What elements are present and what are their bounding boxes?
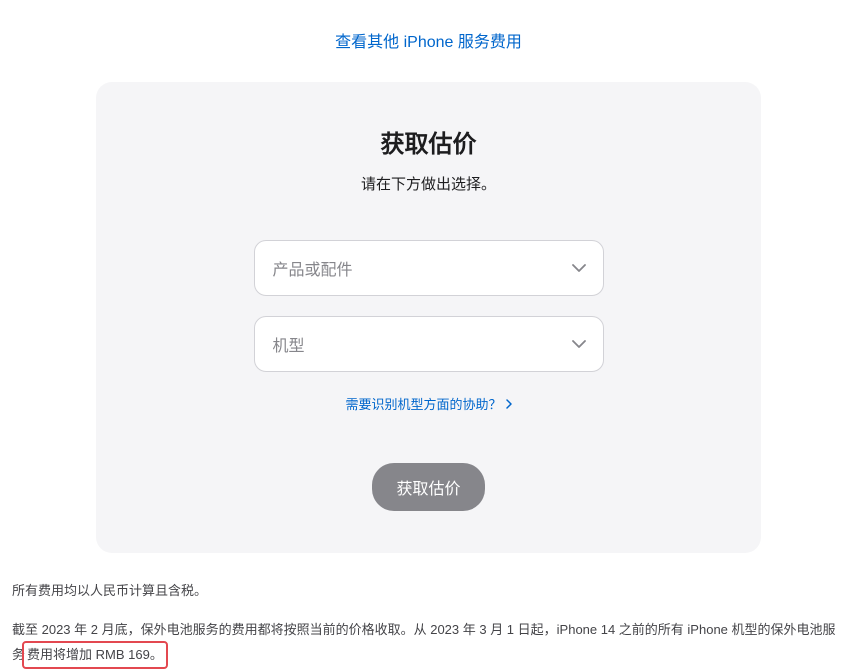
card-title: 获取估价 (126, 124, 731, 159)
footer-text: 所有费用均以人民币计算且含税。 截至 2023 年 2 月底，保外电池服务的费用… (12, 553, 847, 669)
product-select-placeholder: 产品或配件 (273, 256, 353, 280)
get-estimate-button[interactable]: 获取估价 (372, 463, 484, 511)
footer-line1: 所有费用均以人民币计算且含税。 (12, 581, 847, 601)
model-select-wrapper: 机型 (254, 316, 604, 372)
help-link-label: 需要识别机型方面的协助？ (345, 394, 501, 413)
product-select-wrapper: 产品或配件 (254, 240, 604, 296)
chevron-right-icon (506, 399, 512, 409)
footer-line2: 截至 2023 年 2 月底，保外电池服务的费用都将按照当前的价格收取。从 20… (12, 619, 847, 669)
top-link-container: 查看其他 iPhone 服务费用 (10, 0, 847, 82)
estimate-card: 获取估价 请在下方做出选择。 产品或配件 机型 需要识别机型方面 (96, 82, 761, 553)
highlight-annotation: 费用将增加 RMB 169。 (22, 641, 168, 669)
card-subtitle: 请在下方做出选择。 (126, 173, 731, 194)
other-services-link[interactable]: 查看其他 iPhone 服务费用 (335, 34, 522, 51)
product-select[interactable]: 产品或配件 (254, 240, 604, 296)
model-select-placeholder: 机型 (273, 332, 305, 356)
help-identify-link[interactable]: 需要识别机型方面的协助？ (345, 394, 511, 413)
model-select[interactable]: 机型 (254, 316, 604, 372)
